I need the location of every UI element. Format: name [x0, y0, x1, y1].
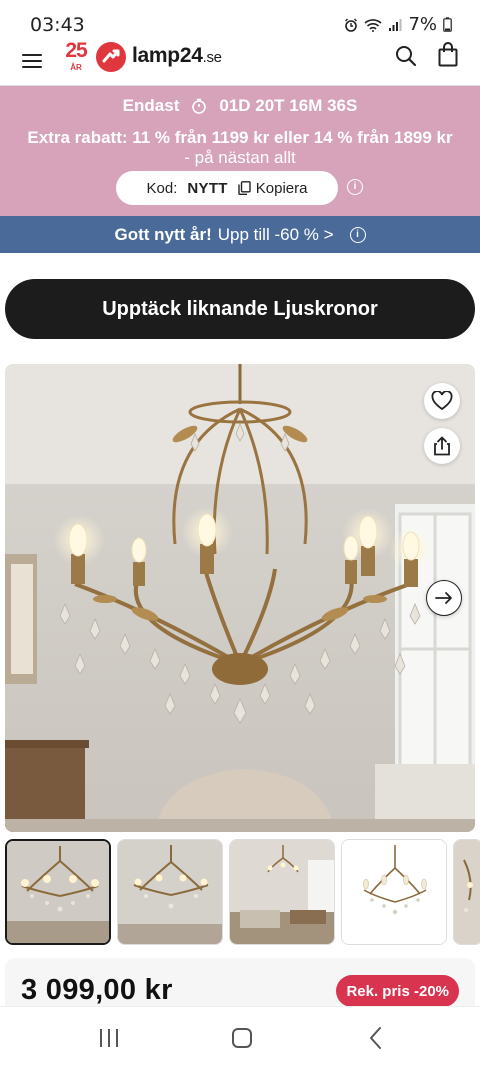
thumbnail-4[interactable] [341, 839, 447, 945]
battery-icon [443, 17, 452, 32]
promo-text: Extra rabatt: 11 % från 1199 kr eller 14… [0, 128, 480, 168]
hamburger-menu-icon[interactable] [22, 48, 44, 72]
copy-label: Kopiera [255, 179, 308, 197]
thumbnail-1[interactable] [5, 839, 111, 945]
anniversary-label: ÅR [70, 63, 82, 72]
thumbnail-strip [5, 839, 480, 945]
promo-only-label: Endast [122, 96, 180, 115]
search-icon[interactable] [394, 44, 418, 68]
share-icon [434, 436, 450, 456]
system-navigation-bar [0, 1006, 480, 1067]
thumbnail-3[interactable] [229, 839, 335, 945]
status-bar: 03:43 7% [0, 0, 480, 38]
home-icon[interactable] [229, 1025, 255, 1051]
promo-banner: Endast 01D 20T 16M 36S Extra rabatt: 11 … [0, 86, 480, 216]
arrow-right-icon [435, 592, 452, 604]
copy-code-button[interactable]: Kopiera [238, 179, 308, 197]
promo-code-pill[interactable]: Kod: NYTT Kopiera [116, 171, 338, 205]
product-price: 3 099,00 kr [21, 974, 173, 1006]
copy-icon [238, 181, 251, 195]
anniversary-logo: 25 ÅR [58, 38, 94, 78]
status-time: 03:43 [30, 14, 85, 36]
signal-icon [389, 18, 402, 31]
thumbnail-5[interactable] [453, 839, 480, 945]
next-image-button[interactable] [426, 580, 462, 616]
timer-icon [192, 98, 207, 114]
new-year-title: Gott nytt år! [114, 224, 212, 244]
discover-similar-button[interactable]: Upptäck liknande Ljuskronor [5, 279, 475, 339]
battery-percent: 7% [408, 14, 437, 35]
thumbnail-2[interactable] [117, 839, 223, 945]
anniversary-number: 25 [65, 39, 87, 62]
lamp24-logo-icon[interactable] [96, 42, 126, 72]
discount-line: Extra rabatt: 11 % från 1199 kr eller 14… [27, 128, 453, 147]
discount-badge[interactable]: Rek. pris -20% [336, 975, 459, 1007]
product-image [5, 364, 475, 832]
product-image-gallery[interactable] [5, 364, 475, 832]
promo-countdown: Endast 01D 20T 16M 36S [0, 96, 480, 116]
logo-tld: .se [202, 49, 222, 66]
promo-info-icon[interactable]: i [347, 179, 363, 195]
share-button[interactable] [424, 428, 460, 464]
new-year-offer: Upp till -60 % > [217, 224, 334, 244]
recent-apps-icon[interactable] [96, 1025, 122, 1051]
countdown-value: 01D 20T 16M 36S [219, 96, 358, 115]
code-label: Kod: [146, 179, 178, 197]
site-header: 25 ÅR lamp24.se [0, 38, 480, 86]
shopping-bag-icon[interactable] [436, 42, 460, 68]
discount-sub: - på nästan allt [184, 148, 296, 167]
new-year-info-icon[interactable]: i [349, 226, 366, 243]
wishlist-heart-button[interactable] [424, 383, 460, 419]
logo-name: lamp24 [132, 44, 203, 67]
alarm-icon [345, 18, 358, 32]
new-year-sale-bar[interactable]: Gott nytt år! Upp till -60 % > i [0, 216, 480, 253]
status-icons: 7% [344, 14, 452, 35]
back-icon[interactable] [364, 1025, 390, 1051]
code-value: NYTT [187, 179, 228, 197]
site-logo-text[interactable]: lamp24.se [132, 44, 222, 68]
heart-icon [431, 391, 453, 411]
wifi-icon [364, 18, 382, 32]
